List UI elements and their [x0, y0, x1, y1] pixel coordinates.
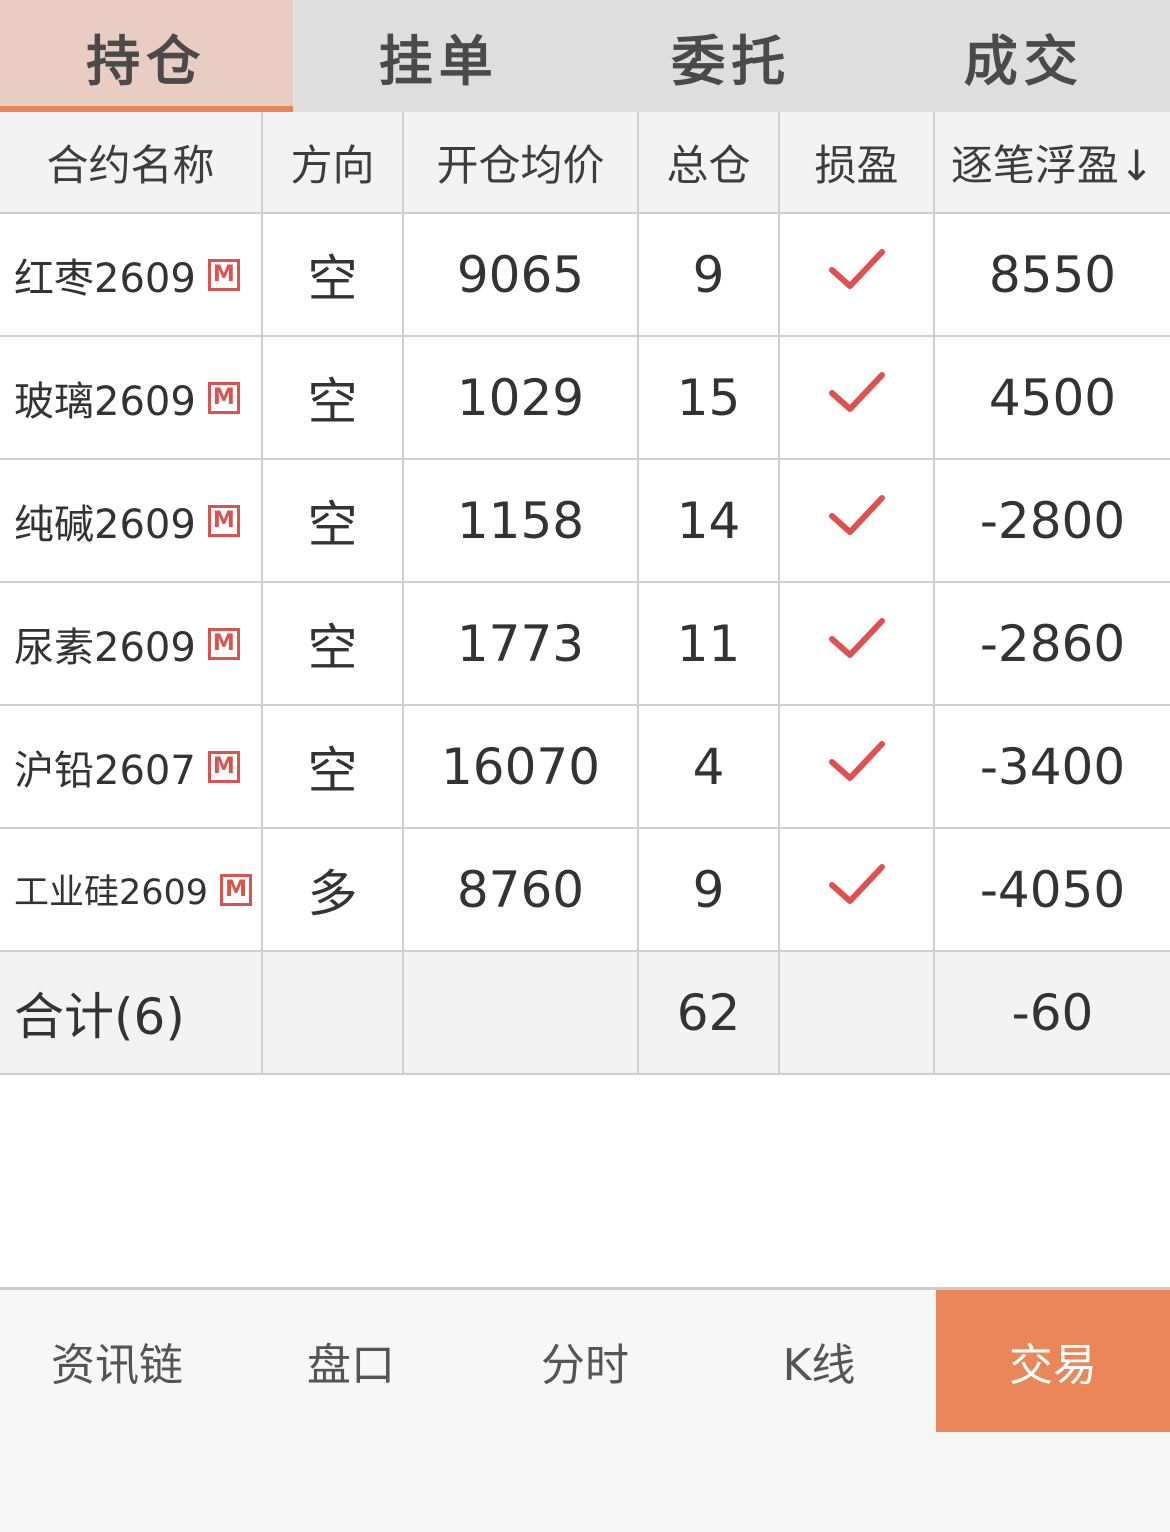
- float-pnl-cell: 4500: [934, 336, 1170, 460]
- table-header-row: 合约名称 方向 开仓均价 总仓 损盈 逐笔浮盈↓: [0, 112, 1170, 214]
- float-pnl-cell: 8550: [934, 213, 1170, 337]
- contract-name: 尿素2609: [14, 624, 196, 671]
- summary-label: 合计(6): [0, 951, 263, 1075]
- contract-name: 玻璃2609: [14, 378, 196, 425]
- column-header-total[interactable]: 总仓: [638, 112, 780, 214]
- avg-price-cell: 16070: [403, 705, 639, 829]
- nav-order-book[interactable]: 盘口: [234, 1290, 468, 1432]
- positions-table: 合约名称 方向 开仓均价 总仓 损盈 逐笔浮盈↓ 红枣2609 M 空 9065: [0, 112, 1170, 1075]
- direction-cell: 空: [262, 336, 404, 460]
- direction-cell: 多: [262, 828, 404, 952]
- avg-price-cell: 1158: [403, 459, 639, 583]
- table-row[interactable]: 沪铅2607 M 空 16070 4 -3400: [0, 705, 1170, 829]
- contract-name: 纯碱2609: [14, 501, 196, 548]
- market-badge: M: [207, 258, 240, 291]
- table-row[interactable]: 红枣2609 M 空 9065 9 8550: [0, 213, 1170, 337]
- contract-name-cell: 尿素2609 M: [0, 582, 263, 706]
- summary-empty-cell: [262, 951, 404, 1075]
- top-tab-bar: 持仓 挂单 委托 成交: [0, 0, 1170, 112]
- bottom-nav-bar: 资讯链 盘口 分时 K线 交易: [0, 1287, 1170, 1532]
- summary-row: 合计(6) 62 -60: [0, 951, 1170, 1075]
- total-position-cell: 4: [638, 705, 780, 829]
- float-pnl-cell: -2860: [934, 582, 1170, 706]
- direction-cell: 空: [262, 213, 404, 337]
- nav-trade[interactable]: 交易: [936, 1290, 1170, 1432]
- direction-cell: 空: [262, 582, 404, 706]
- checkmark-icon: [828, 617, 885, 658]
- tab-pending-orders[interactable]: 挂单: [293, 0, 586, 112]
- market-badge: M: [220, 873, 253, 906]
- checkmark-icon: [828, 740, 885, 781]
- checkmark-icon: [828, 863, 885, 904]
- contract-name-cell: 红枣2609 M: [0, 213, 263, 337]
- float-pnl-cell: -2800: [934, 459, 1170, 583]
- float-pnl-cell: -3400: [934, 705, 1170, 829]
- stop-cell[interactable]: [779, 336, 935, 460]
- contract-name-cell: 工业硅2609 M: [0, 828, 263, 952]
- market-badge: M: [207, 504, 240, 537]
- total-position-cell: 14: [638, 459, 780, 583]
- column-header-avg-price[interactable]: 开仓均价: [403, 112, 639, 214]
- contract-name: 沪铅2607: [14, 747, 196, 794]
- checkmark-icon: [828, 371, 885, 412]
- table-row[interactable]: 玻璃2609 M 空 1029 15 4500: [0, 336, 1170, 460]
- column-header-contract[interactable]: 合约名称: [0, 112, 263, 214]
- total-position-cell: 11: [638, 582, 780, 706]
- tab-positions[interactable]: 持仓: [0, 0, 293, 112]
- table-row[interactable]: 纯碱2609 M 空 1158 14 -2800: [0, 459, 1170, 583]
- total-position-cell: 9: [638, 828, 780, 952]
- positions-screen: 持仓 挂单 委托 成交 合约名称 方向 开仓均价 总仓 损盈 逐笔浮盈↓ 红枣2…: [0, 0, 1170, 1532]
- market-badge: M: [207, 627, 240, 660]
- checkmark-icon: [828, 248, 885, 289]
- table-row[interactable]: 工业硅2609 M 多 8760 9 -4050: [0, 828, 1170, 952]
- stop-cell[interactable]: [779, 828, 935, 952]
- avg-price-cell: 8760: [403, 828, 639, 952]
- contract-name: 红枣2609: [14, 255, 196, 302]
- avg-price-cell: 9065: [403, 213, 639, 337]
- avg-price-cell: 1773: [403, 582, 639, 706]
- market-badge: M: [207, 381, 240, 414]
- nav-kline[interactable]: K线: [702, 1290, 936, 1432]
- contract-name-cell: 纯碱2609 M: [0, 459, 263, 583]
- stop-cell[interactable]: [779, 582, 935, 706]
- direction-cell: 空: [262, 705, 404, 829]
- summary-empty-cell: [403, 951, 639, 1075]
- summary-float-pnl: -60: [934, 951, 1170, 1075]
- summary-total-position: 62: [638, 951, 780, 1075]
- total-position-cell: 9: [638, 213, 780, 337]
- float-pnl-cell: -4050: [934, 828, 1170, 952]
- summary-empty-cell: [779, 951, 935, 1075]
- stop-cell[interactable]: [779, 213, 935, 337]
- market-badge: M: [207, 750, 240, 783]
- stop-cell[interactable]: [779, 459, 935, 583]
- contract-name-cell: 沪铅2607 M: [0, 705, 263, 829]
- tab-orders[interactable]: 委托: [585, 0, 878, 112]
- checkmark-icon: [828, 494, 885, 535]
- direction-cell: 空: [262, 459, 404, 583]
- nav-intraday[interactable]: 分时: [468, 1290, 702, 1432]
- table-row[interactable]: 尿素2609 M 空 1773 11 -2860: [0, 582, 1170, 706]
- avg-price-cell: 1029: [403, 336, 639, 460]
- contract-name-cell: 玻璃2609 M: [0, 336, 263, 460]
- stop-cell[interactable]: [779, 705, 935, 829]
- column-header-direction[interactable]: 方向: [262, 112, 404, 214]
- contract-name: 工业硅2609: [14, 873, 209, 913]
- column-header-stop[interactable]: 损盈: [779, 112, 935, 214]
- column-header-float-pnl[interactable]: 逐笔浮盈↓: [934, 112, 1170, 214]
- tab-trades[interactable]: 成交: [878, 0, 1170, 112]
- total-position-cell: 15: [638, 336, 780, 460]
- nav-news-chain[interactable]: 资讯链: [0, 1290, 234, 1432]
